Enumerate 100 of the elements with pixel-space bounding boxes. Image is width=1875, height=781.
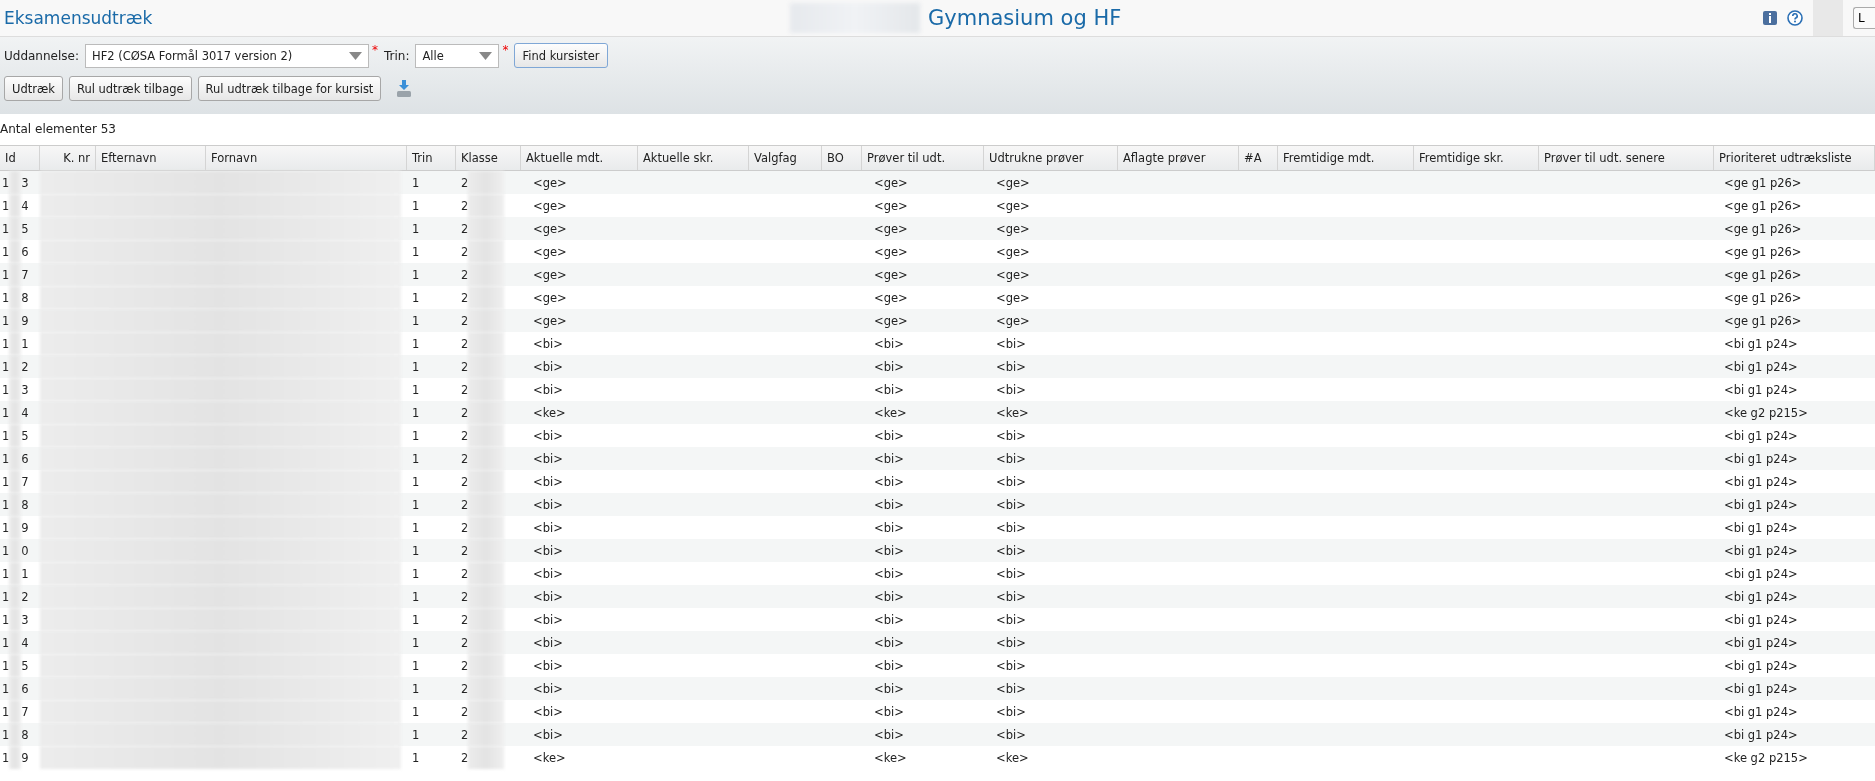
table-cell: 1: [412, 451, 420, 466]
table-cell: <ge>: [533, 175, 567, 190]
table-cell: <ge g1 p26>: [1724, 267, 1802, 282]
table-cell: 1: [412, 658, 420, 673]
id-digit: 4: [21, 405, 29, 420]
table-cell: <bi>: [874, 497, 904, 512]
table-cell: <ge>: [996, 267, 1030, 282]
id-digit: 5: [21, 658, 29, 673]
id-digit: 3: [21, 175, 29, 190]
table-cell: <bi>: [874, 451, 904, 466]
column-header[interactable]: Udtrukne prøver: [984, 146, 1118, 170]
education-select[interactable]: HF2 (CØSA Formål 3017 version 2): [85, 43, 369, 68]
table-cell: <ge>: [874, 175, 908, 190]
column-header[interactable]: Prioriteret udtræksliste: [1714, 146, 1875, 170]
redacted-area: [9, 723, 22, 746]
column-header[interactable]: Aflagte prøver: [1118, 146, 1239, 170]
redacted-area: [9, 401, 22, 424]
column-header[interactable]: Aktuelle skr.: [638, 146, 749, 170]
table-cell: 1: [412, 727, 420, 742]
table-cell: 2: [461, 566, 469, 581]
column-header[interactable]: Aktuelle mdt.: [521, 146, 638, 170]
table-cell: <bi>: [533, 336, 563, 351]
info-icon[interactable]: [1763, 11, 1777, 25]
table-cell: 2: [461, 520, 469, 535]
column-header[interactable]: Fornavn: [206, 146, 407, 170]
redacted-area: [468, 332, 505, 355]
table-cell: <bi>: [996, 359, 1026, 374]
table-cell: <bi g1 p24>: [1724, 336, 1798, 351]
user-button[interactable]: L: [1853, 7, 1875, 29]
column-header[interactable]: Trin: [407, 146, 456, 170]
column-header[interactable]: Valgfag: [749, 146, 822, 170]
table-cell: <bi>: [533, 658, 563, 673]
table-cell: 2: [461, 727, 469, 742]
table-cell: <ge g1 p26>: [1724, 198, 1802, 213]
redacted-area: [9, 217, 22, 240]
action-button[interactable]: Udtræk: [4, 76, 63, 101]
column-header[interactable]: Fremtidige skr.: [1414, 146, 1539, 170]
find-button[interactable]: Find kursister: [514, 43, 608, 68]
table-cell: <bi>: [533, 635, 563, 650]
table-cell: <bi g1 p24>: [1724, 359, 1798, 374]
column-header[interactable]: K. nr: [40, 146, 96, 170]
id-digit: 1: [2, 244, 10, 259]
id-digit: 2: [21, 359, 29, 374]
table-cell: <bi>: [996, 704, 1026, 719]
action-button[interactable]: Rul udtræk tilbage for kursist: [197, 76, 382, 101]
required-mark: *: [372, 43, 378, 57]
column-header[interactable]: #A: [1239, 146, 1278, 170]
id-digit: 7: [21, 267, 29, 282]
column-header[interactable]: Id: [0, 146, 40, 170]
dropdown-caret-icon: [479, 51, 493, 60]
table-cell: <bi>: [533, 451, 563, 466]
id-digit: 1: [2, 451, 10, 466]
column-header[interactable]: Fremtidige mdt.: [1278, 146, 1414, 170]
table-cell: 2: [461, 543, 469, 558]
redacted-area: [468, 171, 505, 194]
id-digit: 3: [21, 382, 29, 397]
column-header[interactable]: Efternavn: [96, 146, 206, 170]
table-cell: <ge>: [533, 221, 567, 236]
level-label: Trin:: [384, 48, 410, 63]
redacted-area: [9, 332, 22, 355]
download-icon[interactable]: [397, 80, 412, 97]
id-digit: 1: [2, 290, 10, 305]
table-cell: <bi>: [874, 359, 904, 374]
column-header[interactable]: Prøver til udt.: [862, 146, 984, 170]
table-cell: <bi g1 p24>: [1724, 658, 1798, 673]
table-cell: 2: [461, 198, 469, 213]
table-cell: <bi g1 p24>: [1724, 543, 1798, 558]
id-digit: 7: [21, 704, 29, 719]
table-cell: <bi>: [996, 681, 1026, 696]
id-digit: 9: [21, 750, 29, 765]
table-cell: <bi>: [874, 382, 904, 397]
id-digit: 1: [21, 336, 29, 351]
table-cell: <bi>: [533, 497, 563, 512]
help-icon[interactable]: [1787, 10, 1803, 26]
level-select[interactable]: Alle: [415, 43, 500, 68]
table-cell: 2: [461, 221, 469, 236]
table-cell: 2: [461, 336, 469, 351]
action-button[interactable]: Rul udtræk tilbage: [68, 76, 192, 101]
column-header[interactable]: BO: [822, 146, 862, 170]
table-cell: <bi>: [996, 635, 1026, 650]
redacted-area: [9, 470, 22, 493]
table-cell: <bi g1 p24>: [1724, 451, 1798, 466]
table-cell: <bi>: [996, 474, 1026, 489]
table-cell: <bi g1 p24>: [1724, 428, 1798, 443]
table-cell: <ge>: [874, 198, 908, 213]
table-cell: 1: [412, 405, 420, 420]
id-digit: 8: [21, 290, 29, 305]
redacted-area: [9, 171, 22, 194]
table-cell: <bi g1 p24>: [1724, 497, 1798, 512]
column-header[interactable]: Klasse: [456, 146, 521, 170]
table-cell: <bi g1 p24>: [1724, 520, 1798, 535]
table-cell: 2: [461, 267, 469, 282]
table-cell: 2: [461, 313, 469, 328]
column-header[interactable]: Prøver til udt. senere: [1539, 146, 1714, 170]
id-digit: 1: [2, 658, 10, 673]
table-cell: 1: [412, 612, 420, 627]
table-cell: 2: [461, 589, 469, 604]
id-digit: 1: [2, 727, 10, 742]
table-cell: 1: [412, 198, 420, 213]
table-cell: 1: [412, 359, 420, 374]
